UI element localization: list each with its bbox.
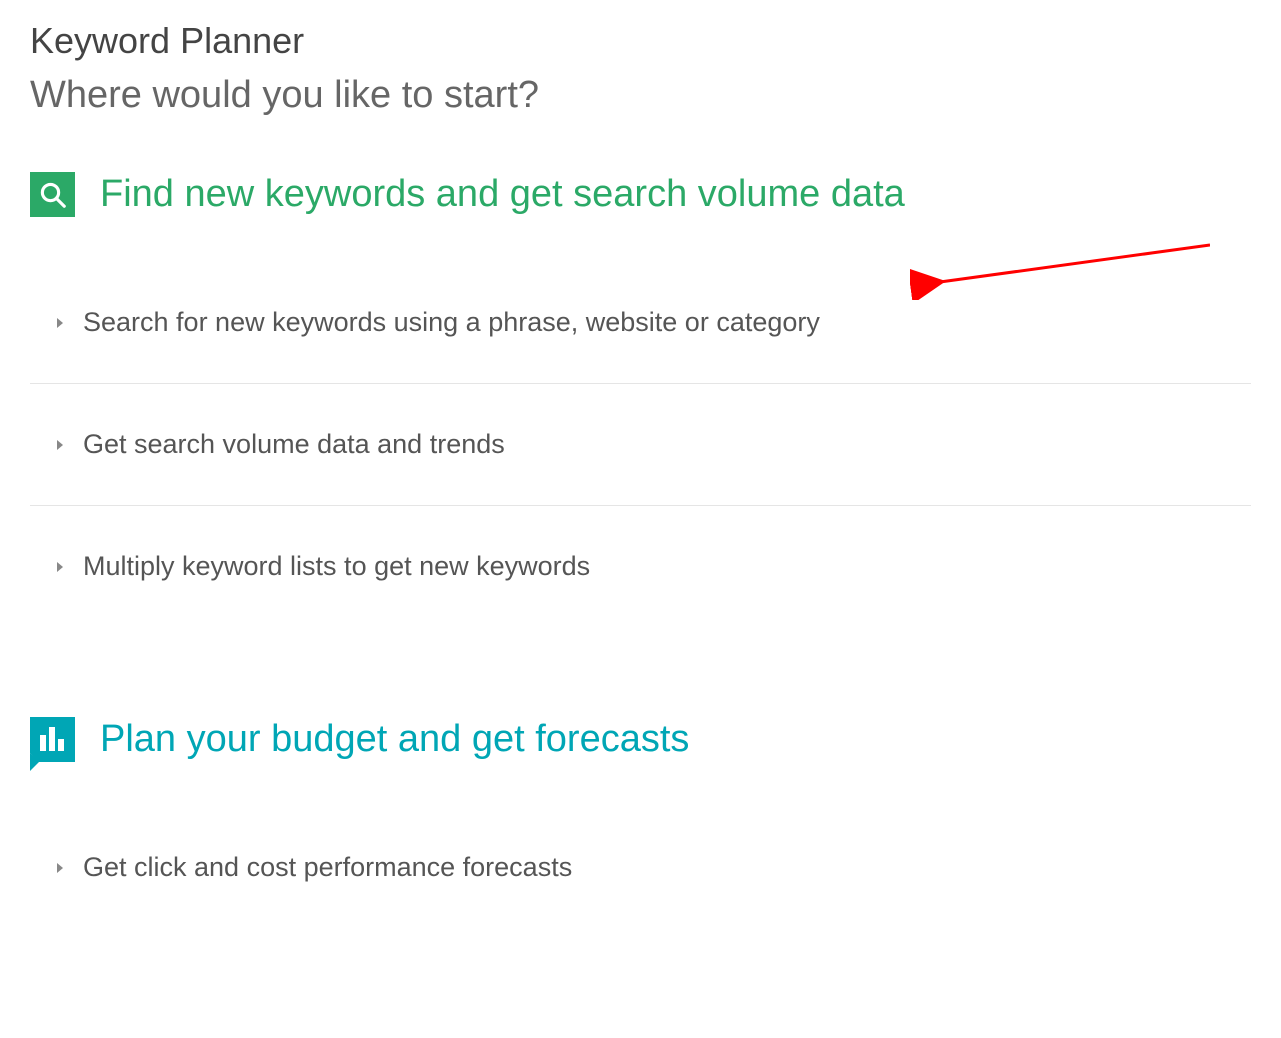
bar-chart-icon bbox=[30, 717, 75, 762]
option-label: Multiply keyword lists to get new keywor… bbox=[83, 551, 590, 582]
section-plan-budget: Plan your budget and get forecasts Get c… bbox=[30, 717, 1251, 928]
caret-right-icon bbox=[55, 861, 65, 875]
caret-right-icon bbox=[55, 316, 65, 330]
page-title: Keyword Planner bbox=[30, 20, 1251, 62]
option-label: Get search volume data and trends bbox=[83, 429, 505, 460]
section-title: Plan your budget and get forecasts bbox=[100, 718, 689, 761]
option-search-new-keywords[interactable]: Search for new keywords using a phrase, … bbox=[30, 262, 1251, 384]
search-icon bbox=[30, 172, 75, 217]
annotation-arrow bbox=[910, 240, 1210, 300]
option-click-cost-forecasts[interactable]: Get click and cost performance forecasts bbox=[30, 807, 1251, 928]
section-title: Find new keywords and get search volume … bbox=[100, 173, 905, 216]
option-label: Get click and cost performance forecasts bbox=[83, 852, 572, 883]
page-subtitle: Where would you like to start? bbox=[30, 74, 1251, 117]
option-multiply-keyword-lists[interactable]: Multiply keyword lists to get new keywor… bbox=[30, 506, 1251, 627]
section-header: Plan your budget and get forecasts bbox=[30, 717, 1251, 762]
section-header: Find new keywords and get search volume … bbox=[30, 172, 1251, 217]
option-search-volume-trends[interactable]: Get search volume data and trends bbox=[30, 384, 1251, 506]
caret-right-icon bbox=[55, 560, 65, 574]
caret-right-icon bbox=[55, 438, 65, 452]
option-label: Search for new keywords using a phrase, … bbox=[83, 307, 820, 338]
section-find-keywords: Find new keywords and get search volume … bbox=[30, 172, 1251, 627]
